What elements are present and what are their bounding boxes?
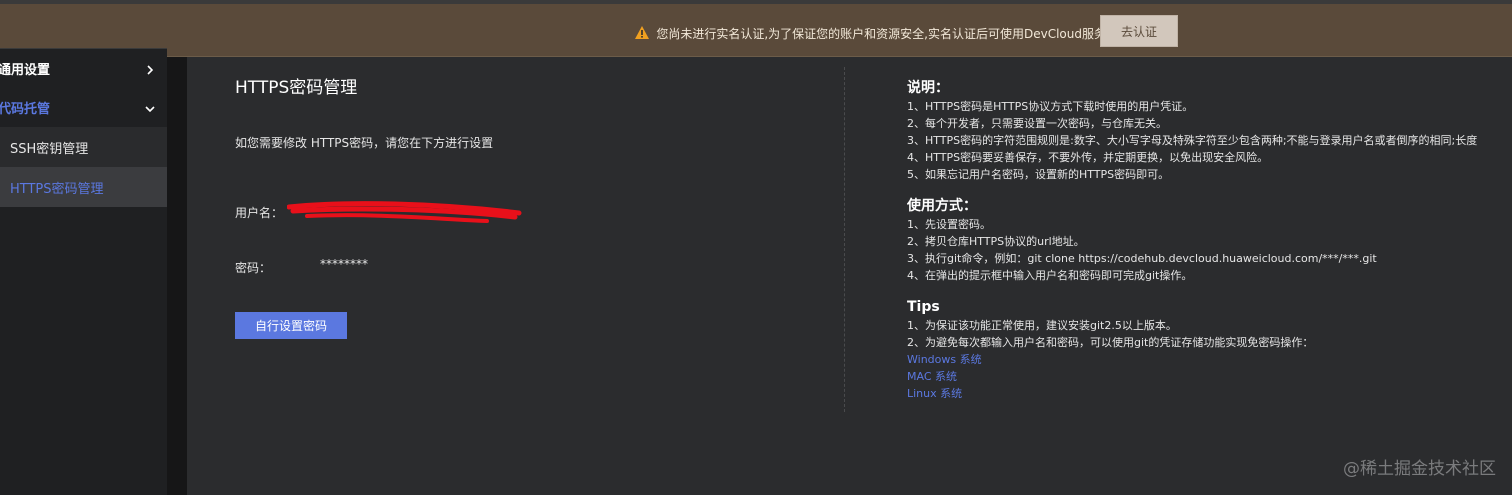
username-redacted-value [286,199,522,225]
tips-line: 1、为保证该功能正常使用，建议安装git2.5以上版本。 [907,319,1177,332]
description-line: 5、如果忘记用户名密码，设置新的HTTPS密码即可。 [907,168,1170,181]
sidebar-item-https-password[interactable]: HTTPS密码管理 [0,167,167,207]
tips-title: Tips [907,299,940,315]
tips-section: Tips 1、为保证该功能正常使用，建议安装git2.5以上版本。 2、为避免每… [907,298,1507,402]
tips-line: 2、为避免每次都输入用户名和密码，可以使用git的凭证存储功能实现免密码操作： [907,336,1314,349]
usage-line: 2、拷贝仓库HTTPS协议的url地址。 [907,235,1085,248]
notice-text: 您尚未进行实名认证,为了保证您的账户和资源安全,实名认证后可使用DevCloud… [656,26,1118,41]
link-windows[interactable]: Windows 系统 [907,351,1507,368]
description-line: 3、HTTPS密码的字符范围规则是:数字、大小写字母及特殊字符至少包含两种;不能… [907,134,1478,147]
page-title: HTTPS密码管理 [235,78,358,98]
watermark: @稀土掘金技术社区 [1343,459,1496,479]
main-content: HTTPS密码管理 如您需要修改 HTTPS密码，请您在下方进行设置 用户名： … [187,57,1512,495]
description-section: 说明： 1、HTTPS密码是HTTPS协议方式下载时使用的用户凭证。 2、每个开… [907,79,1507,183]
usage-line: 1、先设置密码。 [907,218,991,231]
sidebar-group-general-settings[interactable]: 通用设置 [0,49,167,88]
sidebar-group-code-hosting[interactable]: 代码托管 [0,88,167,127]
password-value: ******** [320,257,368,271]
warning-icon [634,25,650,41]
password-label: 密码： [235,261,272,275]
link-linux[interactable]: Linux 系统 [907,385,1507,402]
info-panel: 说明： 1、HTTPS密码是HTTPS协议方式下载时使用的用户凭证。 2、每个开… [907,79,1507,416]
description-title: 说明： [907,80,949,96]
description-line: 2、每个开发者，只需要设置一次密码，与仓库无关。 [907,117,1167,130]
chevron-down-icon [145,103,155,113]
description-line: 1、HTTPS密码是HTTPS协议方式下载时使用的用户凭证。 [907,100,1194,113]
set-password-button[interactable]: 自行设置密码 [235,312,347,339]
usage-section: 使用方式： 1、先设置密码。 2、拷贝仓库HTTPS协议的url地址。 3、执行… [907,197,1507,284]
link-mac[interactable]: MAC 系统 [907,368,1507,385]
sidebar-item-ssh-key[interactable]: SSH密钥管理 [0,127,167,167]
usage-line: 3、执行git命令，例如：git clone https://codehub.d… [907,252,1377,265]
verify-button[interactable]: 去认证 [1100,15,1178,47]
verification-notice: 您尚未进行实名认证,为了保证您的账户和资源安全,实名认证后可使用DevCloud… [634,19,1118,47]
chevron-right-icon [145,64,155,75]
sidebar-group-label: 代码托管 [0,102,51,117]
description-line: 4、HTTPS密码要妥善保存，不要外传，并定期更换，以免出现安全风险。 [907,151,1269,164]
sidebar-gutter [167,57,187,495]
verification-notice-bar: 您尚未进行实名认证,为了保证您的账户和资源安全,实名认证后可使用DevCloud… [0,0,1512,57]
username-label: 用户名： [235,206,284,220]
settings-hint: 如您需要修改 HTTPS密码，请您在下方进行设置 [235,136,494,150]
sidebar-group-label: 通用设置 [0,63,51,78]
usage-title: 使用方式： [907,198,977,214]
sidebar: 通用设置 代码托管 SSH密钥管理 HTTPS密码管理 [0,48,167,495]
usage-line: 4、在弹出的提示框中输入用户名和密码即可完成git操作。 [907,269,1193,282]
section-divider [844,67,845,412]
